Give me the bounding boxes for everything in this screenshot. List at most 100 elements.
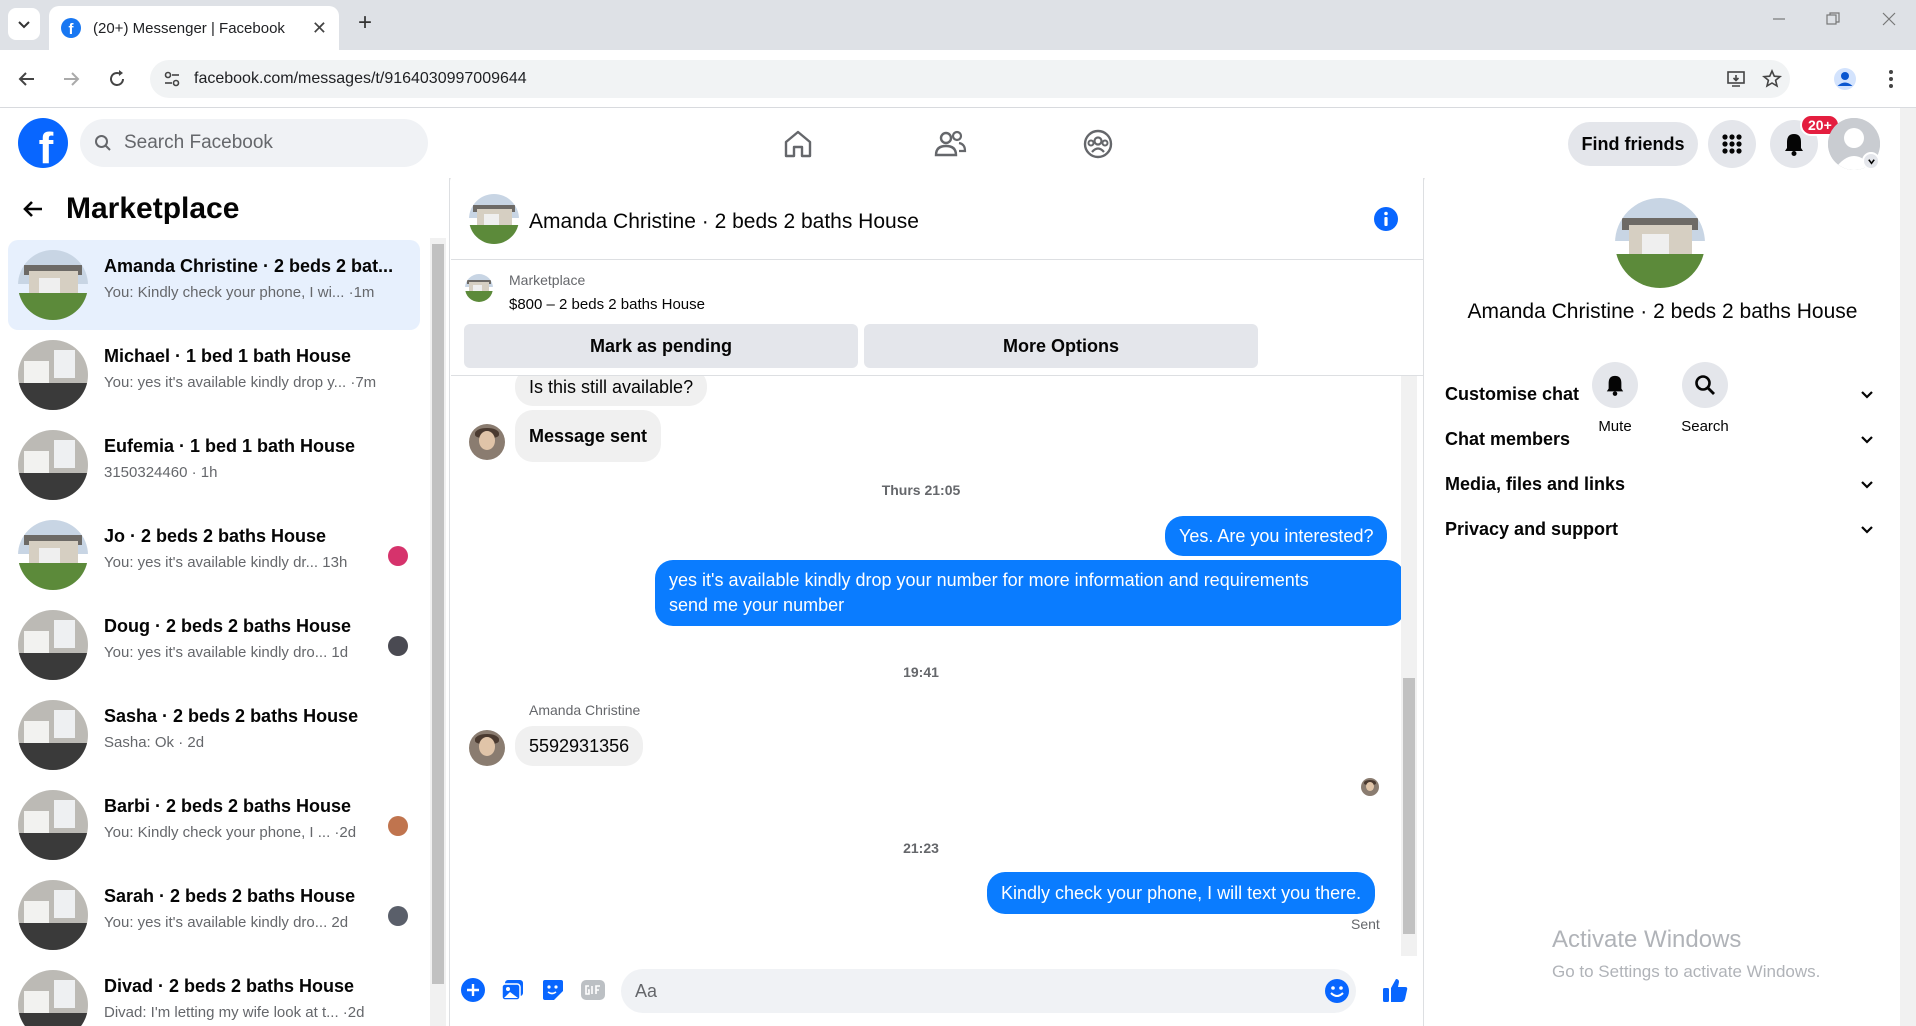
find-friends-button[interactable]: Find friends xyxy=(1568,122,1698,166)
home-icon[interactable] xyxy=(778,126,818,162)
close-window-icon[interactable] xyxy=(1882,10,1896,31)
menu-grid-icon[interactable] xyxy=(1708,120,1756,168)
incoming-message[interactable]: 5592931356 xyxy=(515,726,644,766)
back-icon[interactable] xyxy=(12,64,42,94)
conversation-item[interactable]: Sasha · 2 beds 2 baths House Sasha: Ok · … xyxy=(8,690,420,780)
chat-header: Amanda Christine · 2 beds 2 baths House xyxy=(451,178,1424,260)
sender-avatar xyxy=(469,730,505,766)
forward-icon[interactable] xyxy=(56,64,86,94)
details-section[interactable]: Customise chat xyxy=(1445,374,1875,414)
sticker-icon[interactable] xyxy=(539,976,567,1004)
facebook-header: f Search Facebook Find friends 20+ xyxy=(0,108,1900,178)
conversation-preview: You: yes it's available kindly dro... 2d xyxy=(104,914,349,931)
tab-search-dropdown[interactable] xyxy=(8,8,40,40)
marketplace-listing-card: Marketplace $800 – 2 beds 2 baths House … xyxy=(451,260,1424,376)
minimize-icon[interactable] xyxy=(1772,10,1786,31)
gif-icon[interactable] xyxy=(579,976,607,1004)
chat-title[interactable]: Amanda Christine · 2 beds 2 baths House xyxy=(529,210,919,234)
chevron-down-icon xyxy=(1861,481,1873,489)
details-section[interactable]: Chat members xyxy=(1445,419,1875,459)
incoming-message[interactable]: Message sent xyxy=(515,410,662,462)
conversation-name: Doug · 2 beds 2 baths House xyxy=(104,616,352,636)
facebook-logo[interactable]: f xyxy=(18,118,68,168)
conversation-name: Divad · 2 beds 2 baths House xyxy=(104,976,355,996)
watermark-subtitle: Go to Settings to activate Windows. xyxy=(1552,962,1821,981)
reload-icon[interactable] xyxy=(102,64,132,94)
conversation-item[interactable]: Eufemia · 1 bed 1 bath House 3150324460 ·… xyxy=(8,420,420,510)
conversation-name: Amanda Christine · 2 beds 2 bat... xyxy=(104,256,394,276)
message-status: Sent xyxy=(1351,916,1380,932)
photo-icon[interactable] xyxy=(499,976,527,1004)
chevron-down-icon xyxy=(18,21,30,29)
seen-receipt-avatar xyxy=(388,636,408,656)
tab-title: (20+) Messenger | Facebook xyxy=(93,19,285,37)
install-app-icon[interactable] xyxy=(1718,69,1754,89)
conversation-item[interactable]: Doug · 2 beds 2 baths House You: yes it's… xyxy=(8,600,420,690)
conversation-preview: Divad: I'm letting my wife look at t... … xyxy=(104,1004,365,1021)
add-plus-icon[interactable] xyxy=(459,976,487,1004)
chevron-down-icon xyxy=(1861,391,1873,399)
mark-as-pending-button[interactable]: Mark as pending xyxy=(464,324,858,368)
sidebar-header: Marketplace xyxy=(22,192,239,226)
chat-avatar[interactable] xyxy=(469,194,519,244)
page-scrollbar[interactable] xyxy=(1900,108,1916,1026)
listing-photo xyxy=(18,340,88,410)
browser-tab[interactable]: f (20+) Messenger | Facebook ✕ xyxy=(49,6,339,50)
outgoing-message[interactable]: yes it's available kindly drop your numb… xyxy=(655,560,1405,626)
browser-menu-icon[interactable] xyxy=(1876,64,1906,94)
details-section[interactable]: Media, files and links xyxy=(1445,464,1875,504)
conversation-preview: You: Kindly check your phone, I wi... ·1… xyxy=(104,284,375,301)
address-bar[interactable]: facebook.com/messages/t/9164030997009644 xyxy=(150,60,1790,98)
search-placeholder: Search Facebook xyxy=(124,132,273,153)
conversation-name: Jo · 2 beds 2 baths House xyxy=(104,526,327,546)
outgoing-message[interactable]: Yes. Are you interested? xyxy=(1165,516,1388,556)
conversation-item[interactable]: Amanda Christine · 2 beds 2 bat... You: K… xyxy=(8,240,420,330)
message-input[interactable]: Aa xyxy=(621,969,1356,1013)
friends-icon[interactable] xyxy=(930,126,970,162)
outgoing-message[interactable]: Kindly check your phone, I will text you… xyxy=(987,872,1376,914)
like-thumb-icon[interactable] xyxy=(1381,976,1409,1004)
seen-receipt-avatar xyxy=(1361,778,1379,796)
seen-receipt-avatar xyxy=(388,816,408,836)
chevron-down-icon xyxy=(1861,436,1873,444)
profile-avatar[interactable] xyxy=(1615,198,1705,288)
emoji-icon[interactable] xyxy=(1324,978,1350,1009)
facebook-search-input[interactable]: Search Facebook xyxy=(80,119,428,167)
info-icon[interactable] xyxy=(1373,206,1399,237)
url-text: facebook.com/messages/t/9164030997009644 xyxy=(194,70,527,87)
conversation-preview: You: Kindly check your phone, I ... ·2d xyxy=(104,824,357,841)
conversation-name: Eufemia · 1 bed 1 bath House xyxy=(104,436,356,456)
more-options-button[interactable]: More Options xyxy=(864,324,1258,368)
listing-thumbnail[interactable] xyxy=(465,274,493,302)
back-arrow-icon[interactable] xyxy=(22,198,44,220)
chat-details-panel: Amanda Christine · 2 beds 2 baths House … xyxy=(1425,178,1900,1026)
conversation-item[interactable]: Divad · 2 beds 2 baths House Divad: I'm l… xyxy=(8,960,420,1026)
close-tab-icon[interactable]: ✕ xyxy=(312,18,327,39)
browser-toolbar: facebook.com/messages/t/9164030997009644 xyxy=(0,50,1916,108)
site-info-icon[interactable] xyxy=(150,70,194,88)
search-icon xyxy=(95,135,111,151)
new-tab-button[interactable]: + xyxy=(350,8,380,38)
listing-title[interactable]: $800 – 2 beds 2 baths House xyxy=(509,296,705,313)
seen-receipt-avatar xyxy=(388,906,408,926)
account-chevron-icon[interactable] xyxy=(1862,152,1880,170)
listing-photo xyxy=(18,430,88,500)
facebook-favicon-icon: f xyxy=(61,18,81,38)
sidebar-title: Marketplace xyxy=(66,192,240,225)
conversation-item[interactable]: Sarah · 2 beds 2 baths House You: yes it'… xyxy=(8,870,420,960)
conversation-item[interactable]: Barbi · 2 beds 2 baths House You: Kindly … xyxy=(8,780,420,870)
favicon-letter: f xyxy=(68,21,74,38)
bookmark-star-icon[interactable] xyxy=(1754,69,1790,89)
conversation-item[interactable]: Michael · 1 bed 1 bath House You: yes it'… xyxy=(8,330,420,420)
browser-tabstrip: f (20+) Messenger | Facebook ✕ + xyxy=(0,0,1916,50)
profile-icon[interactable] xyxy=(1830,64,1860,94)
restore-icon[interactable] xyxy=(1826,10,1840,31)
conversation-name: Sarah · 2 beds 2 baths House xyxy=(104,886,356,906)
chat-scroll-thumb[interactable] xyxy=(1403,678,1415,934)
details-section[interactable]: Privacy and support xyxy=(1445,509,1875,549)
chevron-down-icon xyxy=(1861,526,1873,534)
sidebar-scroll-thumb[interactable] xyxy=(432,244,444,984)
groups-icon[interactable] xyxy=(1078,126,1118,162)
incoming-message[interactable]: Is this still available? xyxy=(515,376,708,406)
conversation-item[interactable]: Jo · 2 beds 2 baths House You: yes it's a… xyxy=(8,510,420,600)
